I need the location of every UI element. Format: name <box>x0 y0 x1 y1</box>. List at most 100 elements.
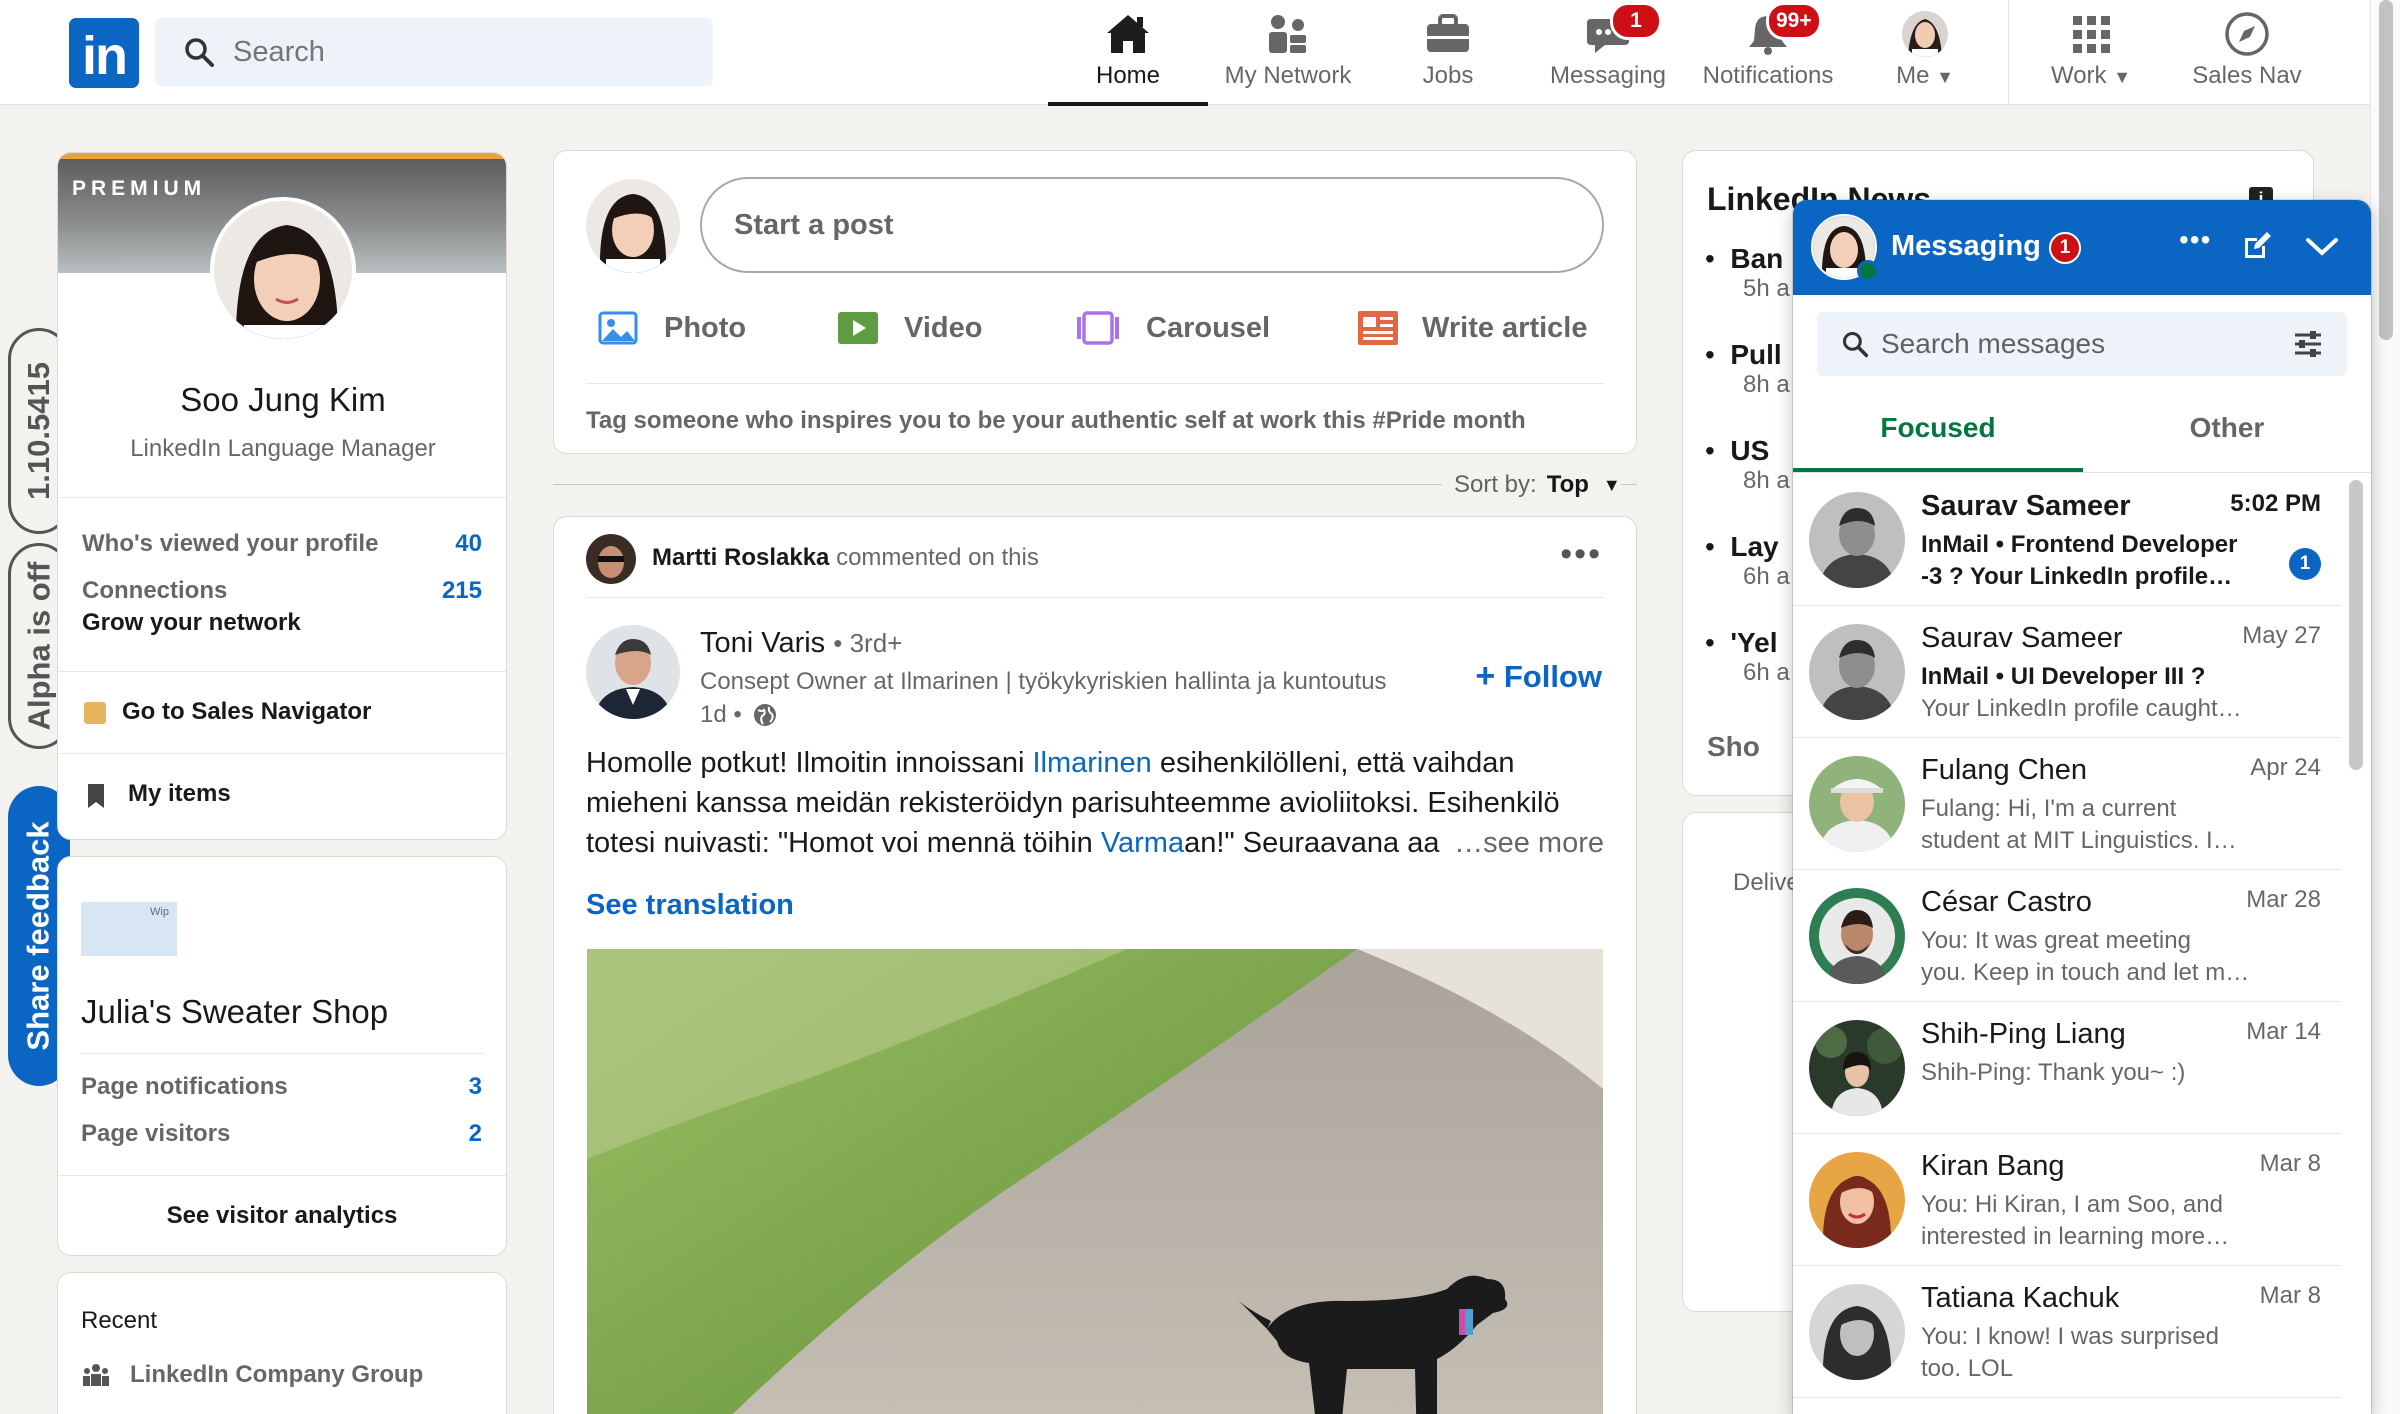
search-messages-bar[interactable]: Search messages <box>1817 312 2347 376</box>
divider <box>81 1053 483 1054</box>
my-items-link: My items <box>128 780 231 807</box>
article-icon <box>1358 311 1398 345</box>
photo-button[interactable]: Photo <box>598 303 746 353</box>
grow-network-link[interactable]: Grow your network <box>82 609 301 637</box>
ad-text: Delive <box>1733 869 1800 896</box>
sort-label: Sort by: <box>1454 471 1537 498</box>
preview-line: InMail • UI Developer III ? <box>1921 663 2206 690</box>
sales-navigator-row[interactable]: Go to Sales Navigator <box>58 671 506 753</box>
news-item[interactable]: • 'Yel 6h a <box>1705 627 1790 687</box>
conversation-item[interactable]: Tatiana Kachuk Mar 8 You: I know! I was … <box>1793 1266 2341 1398</box>
page-scrollbar[interactable] <box>2370 0 2400 1414</box>
messaging-header[interactable]: Messaging 1 ••• <box>1793 200 2371 295</box>
version-label: 1.10.5415 <box>21 362 57 500</box>
compose-icon[interactable] <box>2241 230 2273 262</box>
news-item[interactable]: • Ban 5h a <box>1705 243 1790 303</box>
video-label: Video <box>904 311 983 344</box>
nav-work[interactable]: Work ▼ <box>2016 8 2166 104</box>
avatar <box>1809 624 1905 720</box>
linkedin-logo[interactable]: in <box>69 18 139 88</box>
viewed-count[interactable]: 40 <box>455 530 482 558</box>
connections-count[interactable]: 215 <box>442 577 482 605</box>
post-image[interactable] <box>587 949 1603 1414</box>
tab-focused[interactable]: Focused <box>1793 390 2083 472</box>
more-options-icon[interactable]: ••• <box>2179 224 2211 256</box>
nav-messaging[interactable]: 1 Messaging <box>1528 2 1688 104</box>
commenter-avatar[interactable] <box>586 534 636 584</box>
news-headline: 'Yel <box>1730 627 1778 658</box>
commenter-name[interactable]: Martti Roslakka <box>652 544 829 571</box>
search-messages-input[interactable]: Search messages <box>1881 328 2105 360</box>
search-input[interactable] <box>233 18 693 86</box>
page-visitors-label[interactable]: Page visitors <box>81 1120 230 1148</box>
preview-line: -3 ? Your LinkedIn profile… <box>1921 563 2233 590</box>
share-box: Start a post Photo Video Carousel Write … <box>553 150 1637 454</box>
preview-line: You: It was great meeting <box>1921 927 2191 954</box>
nav-home[interactable]: Home <box>1048 8 1208 106</box>
conversation-item[interactable]: Saurav Sameer 5:02 PM InMail • Frontend … <box>1793 474 2341 606</box>
messaging-overlay: Messaging 1 ••• Search messages Focused … <box>1793 200 2371 1414</box>
start-post-button[interactable]: Start a post <box>700 177 1604 273</box>
nav-label: My Network <box>1224 62 1352 89</box>
profile-name[interactable]: Soo Jung Kim <box>58 381 506 419</box>
chevron-down-icon[interactable] <box>2305 236 2339 258</box>
carousel-button[interactable]: Carousel <box>1076 303 1270 353</box>
analytics-row[interactable]: See visitor analytics <box>58 1175 506 1255</box>
author-avatar[interactable] <box>586 625 680 719</box>
connections-label[interactable]: Connections <box>82 577 227 605</box>
video-button[interactable]: Video <box>838 303 982 353</box>
nav-my-network[interactable]: My Network <box>1208 8 1368 104</box>
group-icon <box>83 1364 109 1386</box>
conversation-item[interactable]: Shih-Ping Liang Mar 14 Shih-Ping: Thank … <box>1793 1002 2341 1134</box>
follow-button[interactable]: + Follow <box>1475 657 1602 696</box>
write-article-button[interactable]: Write article <box>1358 303 1587 353</box>
conversation-scrollbar[interactable] <box>2349 480 2363 770</box>
page-notifications-count[interactable]: 3 <box>469 1073 482 1101</box>
my-items-row[interactable]: My items <box>58 753 506 839</box>
scrollbar-thumb[interactable] <box>2379 0 2393 340</box>
people-icon <box>1269 15 1306 53</box>
avatar[interactable] <box>586 179 680 273</box>
video-icon <box>838 312 878 344</box>
filter-icon[interactable] <box>2293 330 2323 358</box>
nav-me[interactable]: Me ▼ <box>1850 8 2000 104</box>
author-headline: Consept Owner at Ilmarinen | työkykyrisk… <box>700 668 1387 695</box>
see-translation-link[interactable]: See translation <box>586 889 794 922</box>
online-indicator <box>1857 260 1879 282</box>
profile-photo[interactable] <box>210 197 356 343</box>
pride-prompt[interactable]: Tag someone who inspires you to be your … <box>586 407 1526 435</box>
recent-item[interactable]: LinkedIn Company Group <box>130 1361 423 1389</box>
conversation-item[interactable]: Kiran Bang Mar 8 You: Hi Kiran, I am Soo… <box>1793 1134 2341 1266</box>
news-item[interactable]: • Pull 8h a <box>1705 339 1790 399</box>
preview-line: you. Keep in touch and let m… <box>1921 959 2250 986</box>
sort-dropdown[interactable]: Sort by: Top ▼ <box>1442 470 1621 500</box>
hashtag-link[interactable]: Ilmarinen <box>1032 747 1151 779</box>
author-name[interactable]: Toni Varis <box>700 627 825 659</box>
nav-jobs[interactable]: Jobs <box>1368 8 1528 104</box>
preview-line: You: I know! I was surprised <box>1921 1323 2219 1350</box>
nav-sales-nav[interactable]: Sales Nav <box>2172 8 2322 104</box>
see-more-link[interactable]: …see more <box>1442 823 1604 863</box>
show-more-link[interactable]: Sho <box>1707 731 1760 763</box>
conversation-name: Fulang Chen <box>1921 754 2088 786</box>
chevron-down-icon: ▼ <box>1936 67 1954 87</box>
tab-other[interactable]: Other <box>2083 390 2371 472</box>
news-item[interactable]: • Lay 6h a <box>1705 531 1790 591</box>
page-notifications-label[interactable]: Page notifications <box>81 1073 288 1101</box>
nav-notifications[interactable]: 99+ Notifications <box>1688 2 1848 104</box>
conversation-item[interactable]: Saurav Sameer May 27 InMail • UI Develop… <box>1793 606 2341 738</box>
search-icon <box>1842 331 1869 358</box>
conversation-date: Mar 8 <box>2259 1282 2321 1309</box>
conversation-name: Tatiana Kachuk <box>1921 1282 2120 1314</box>
mention-link[interactable]: Varma <box>1101 827 1184 859</box>
conversation-item[interactable]: César Castro Mar 28 You: It was great me… <box>1793 870 2341 1002</box>
search-bar[interactable] <box>155 18 713 86</box>
page-logo[interactable]: Wip <box>81 902 177 956</box>
more-options-icon[interactable]: ••• <box>1560 535 1602 574</box>
conversation-preview: Fulang: Hi, I'm a current student at MIT … <box>1921 793 2311 857</box>
viewed-label[interactable]: Who's viewed your profile <box>82 530 378 558</box>
conversation-item[interactable]: Fulang Chen Apr 24 Fulang: Hi, I'm a cur… <box>1793 738 2341 870</box>
page-visitors-count[interactable]: 2 <box>469 1120 482 1148</box>
page-name[interactable]: Julia's Sweater Shop <box>81 993 388 1031</box>
news-item[interactable]: • US 8h a <box>1705 435 1790 495</box>
